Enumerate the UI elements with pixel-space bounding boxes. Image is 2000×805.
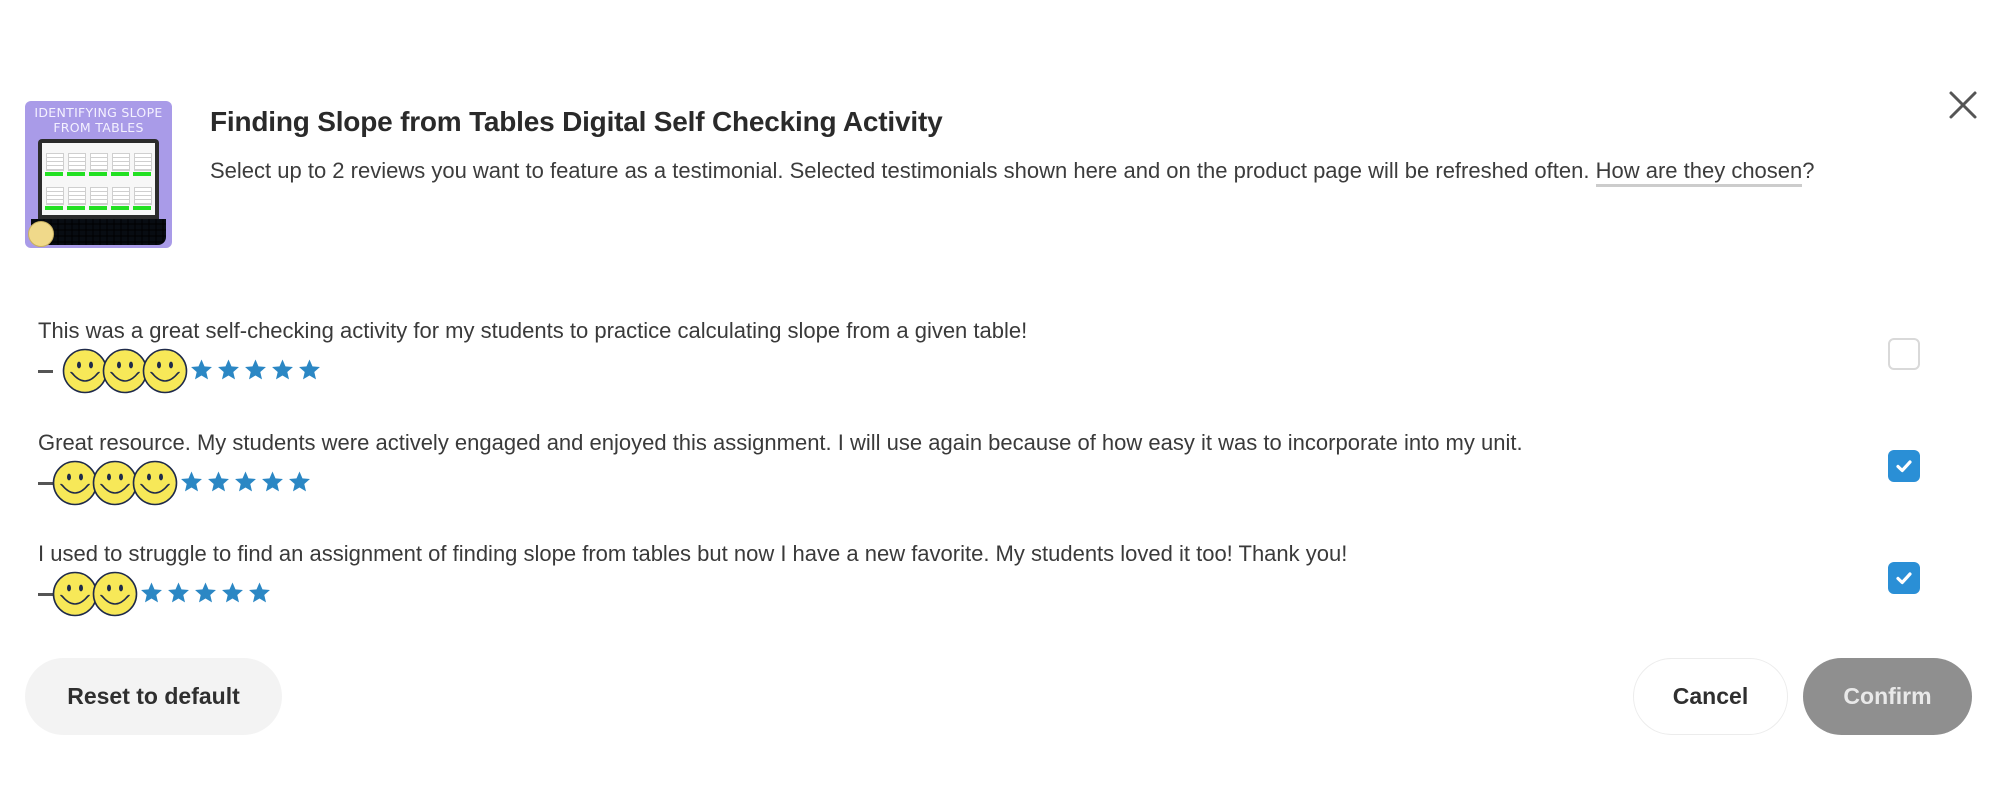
review-attribution <box>38 348 1838 396</box>
thumbnail-laptop-screen <box>38 139 159 219</box>
checkmark-icon <box>1896 572 1912 585</box>
thumbnail-answer-cell <box>45 172 63 176</box>
review-select-checkbox[interactable] <box>1888 562 1920 594</box>
thumbnail-table <box>68 153 86 171</box>
close-icon <box>1949 91 1977 119</box>
review-item: This was a great self-checking activity … <box>38 318 1838 396</box>
star-icon <box>141 582 162 603</box>
thumbnail-answer-cell <box>89 206 107 210</box>
thumbnail-table <box>134 187 152 205</box>
dialog-title: Finding Slope from Tables Digital Self C… <box>210 106 943 137</box>
checkmark-icon <box>1896 460 1912 473</box>
thumbnail-answer-cell <box>67 206 85 210</box>
attribution-dash <box>38 593 53 596</box>
thumbnail-table <box>112 187 130 205</box>
thumbnail-answer-cell <box>133 206 151 210</box>
review-attribution <box>38 571 1838 619</box>
thumbnail-answer-cell <box>111 172 129 176</box>
star-icon <box>299 359 320 380</box>
how-chosen-link[interactable]: How are they chosen <box>1595 158 1803 187</box>
star-icon <box>235 471 256 492</box>
star-icon <box>245 359 266 380</box>
star-icon <box>262 471 283 492</box>
star-rating <box>190 358 321 381</box>
star-rating <box>140 581 271 604</box>
thumbnail-answer-cell <box>89 172 107 176</box>
review-item: Great resource. My students were activel… <box>38 430 1838 508</box>
star-icon <box>195 582 216 603</box>
star-icon <box>181 471 202 492</box>
smiley-face-icon <box>92 571 138 617</box>
star-rating <box>180 470 311 493</box>
product-thumbnail: IDENTIFYING SLOPE FROM TABLES <box>25 101 172 248</box>
subtitle-link-suffix: ? <box>1802 158 1815 183</box>
review-item: I used to struggle to find an assignment… <box>38 541 1838 619</box>
subtitle-text: Select up to 2 reviews you want to featu… <box>210 158 1596 183</box>
thumbnail-answer-cell <box>133 172 151 176</box>
star-icon <box>191 359 212 380</box>
thumbnail-table <box>68 187 86 205</box>
attribution-dash <box>38 370 53 373</box>
close-button[interactable] <box>1946 88 1980 122</box>
thumbnail-table <box>90 187 108 205</box>
thumbnail-answer-cell <box>45 206 63 210</box>
star-icon <box>218 359 239 380</box>
confirm-button[interactable]: Confirm <box>1803 658 1972 735</box>
attribution-dash <box>38 482 53 485</box>
review-text: Great resource. My students were activel… <box>38 430 1523 455</box>
thumbnail-table <box>46 153 64 171</box>
star-icon <box>208 471 229 492</box>
star-icon <box>168 582 189 603</box>
thumbnail-screen-content <box>42 143 155 215</box>
thumbnail-answer-cell <box>67 172 85 176</box>
thumbnail-table <box>134 153 152 171</box>
thumbnail-title-line1: IDENTIFYING SLOPE <box>34 105 163 120</box>
thumbnail-table <box>112 153 130 171</box>
cancel-button[interactable]: Cancel <box>1633 658 1788 735</box>
smiley-face-icon <box>132 460 178 506</box>
thumbnail-table <box>90 153 108 171</box>
thumbnail-answer-cell <box>111 206 129 210</box>
smiley-face-icon <box>142 348 188 394</box>
star-icon <box>249 582 270 603</box>
thumbnail-title-line2: FROM TABLES <box>53 120 144 135</box>
review-attribution <box>38 460 1838 508</box>
review-select-checkbox[interactable] <box>1888 450 1920 482</box>
review-text: This was a great self-checking activity … <box>38 318 1028 343</box>
review-text: I used to struggle to find an assignment… <box>38 541 1348 566</box>
reset-to-default-button[interactable]: Reset to default <box>25 658 282 735</box>
thumbnail-title: IDENTIFYING SLOPE FROM TABLES <box>25 105 172 135</box>
star-icon <box>222 582 243 603</box>
review-select-checkbox[interactable] <box>1888 338 1920 370</box>
star-icon <box>289 471 310 492</box>
thumbnail-table <box>46 187 64 205</box>
thumbnail-logo-badge <box>28 221 54 247</box>
star-icon <box>272 359 293 380</box>
dialog-subtitle: Select up to 2 reviews you want to featu… <box>210 151 1960 191</box>
